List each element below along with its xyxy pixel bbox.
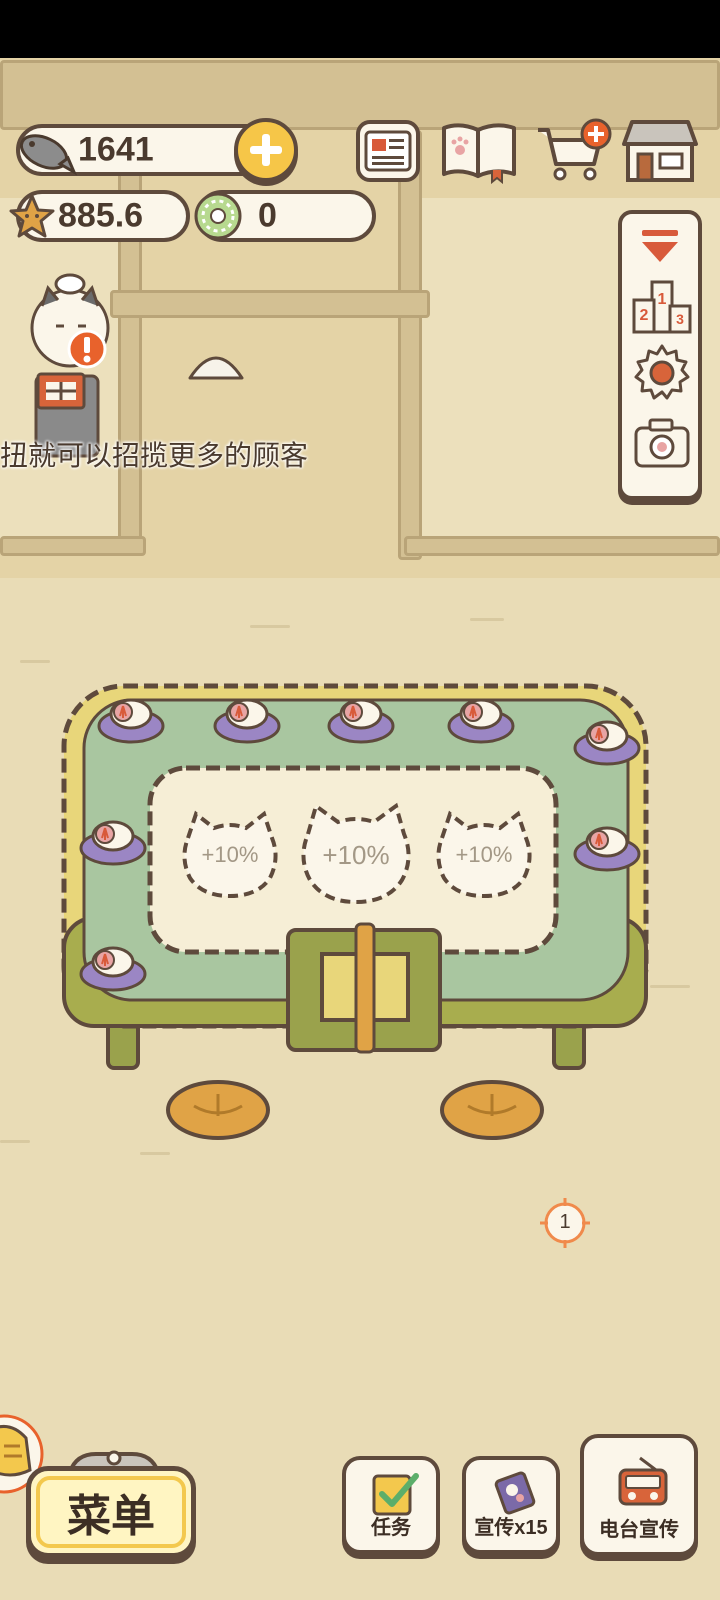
plus-icon [250, 134, 282, 166]
seat-slot[interactable]: +10% [296, 800, 416, 906]
wall-base [0, 536, 146, 556]
radio-promote-button-label: 电台宣传 [599, 1519, 679, 1541]
storefront-button[interactable] [620, 116, 700, 186]
recipe-book-button[interactable] [440, 120, 518, 184]
svg-text:1: 1 [658, 291, 667, 308]
fish-count: 1641 [78, 130, 154, 169]
status-bar [0, 0, 720, 58]
star-icon [9, 194, 55, 238]
sushi-plate[interactable] [212, 694, 282, 744]
sushi-plate[interactable] [572, 716, 642, 766]
svg-text:2: 2 [640, 307, 649, 324]
gem-count: 0 [258, 196, 277, 235]
svg-text:3: 3 [676, 311, 684, 327]
sushi-plate[interactable] [78, 942, 148, 992]
menu-button[interactable]: 菜单 [26, 1466, 196, 1558]
seat-bonus-label: +10% [322, 840, 390, 870]
floor-cushion[interactable] [164, 1076, 272, 1140]
jade-coin-icon [194, 192, 242, 240]
fish-icon [19, 134, 78, 176]
shelf-beam [110, 290, 430, 318]
sushi-plate[interactable] [96, 694, 166, 744]
add-fish-button[interactable] [234, 118, 298, 182]
newspaper-button[interactable] [356, 120, 420, 182]
leaderboard-icon[interactable]: 1 2 3 [630, 276, 694, 336]
sushi-plate[interactable] [78, 816, 148, 866]
camera-icon[interactable] [632, 416, 692, 470]
checklist-icon [372, 1473, 419, 1516]
alert-icon[interactable] [66, 328, 108, 370]
seat-slot[interactable]: +10% [178, 808, 282, 900]
hint-text: 扭就可以招揽更多的顾客 [0, 440, 309, 471]
wall-base [404, 536, 720, 556]
radio-icon [618, 1456, 668, 1506]
seat-slot[interactable]: +10% [432, 808, 536, 900]
shop-cart-button[interactable] [534, 118, 614, 186]
wall-post [398, 130, 422, 560]
sushi-plate[interactable] [572, 822, 642, 872]
seat-bonus-label: +10% [201, 842, 259, 867]
collapse-arrow-icon[interactable] [638, 228, 682, 268]
rice-bowl [188, 356, 244, 380]
star-count: 885.6 [58, 196, 144, 235]
menu-button-label: 菜单 [67, 1492, 155, 1541]
floor-cushion[interactable] [438, 1076, 546, 1140]
promote-button[interactable]: 宣传x15 [462, 1456, 560, 1554]
settings-gear-icon[interactable] [632, 342, 692, 402]
radio-promote-button[interactable]: 电台宣传 [580, 1434, 698, 1556]
sushi-plate[interactable] [326, 694, 396, 744]
location-marker[interactable]: 1 [540, 1198, 590, 1248]
marker-number: 1 [559, 1211, 571, 1233]
side-toolbar: 1 2 3 [618, 210, 702, 500]
sushi-plate[interactable] [446, 694, 516, 744]
newspaper-icon [364, 130, 412, 172]
tasks-button[interactable]: 任务 [342, 1456, 440, 1554]
flyer-icon [494, 1471, 536, 1515]
seat-bonus-label: +10% [455, 842, 513, 867]
